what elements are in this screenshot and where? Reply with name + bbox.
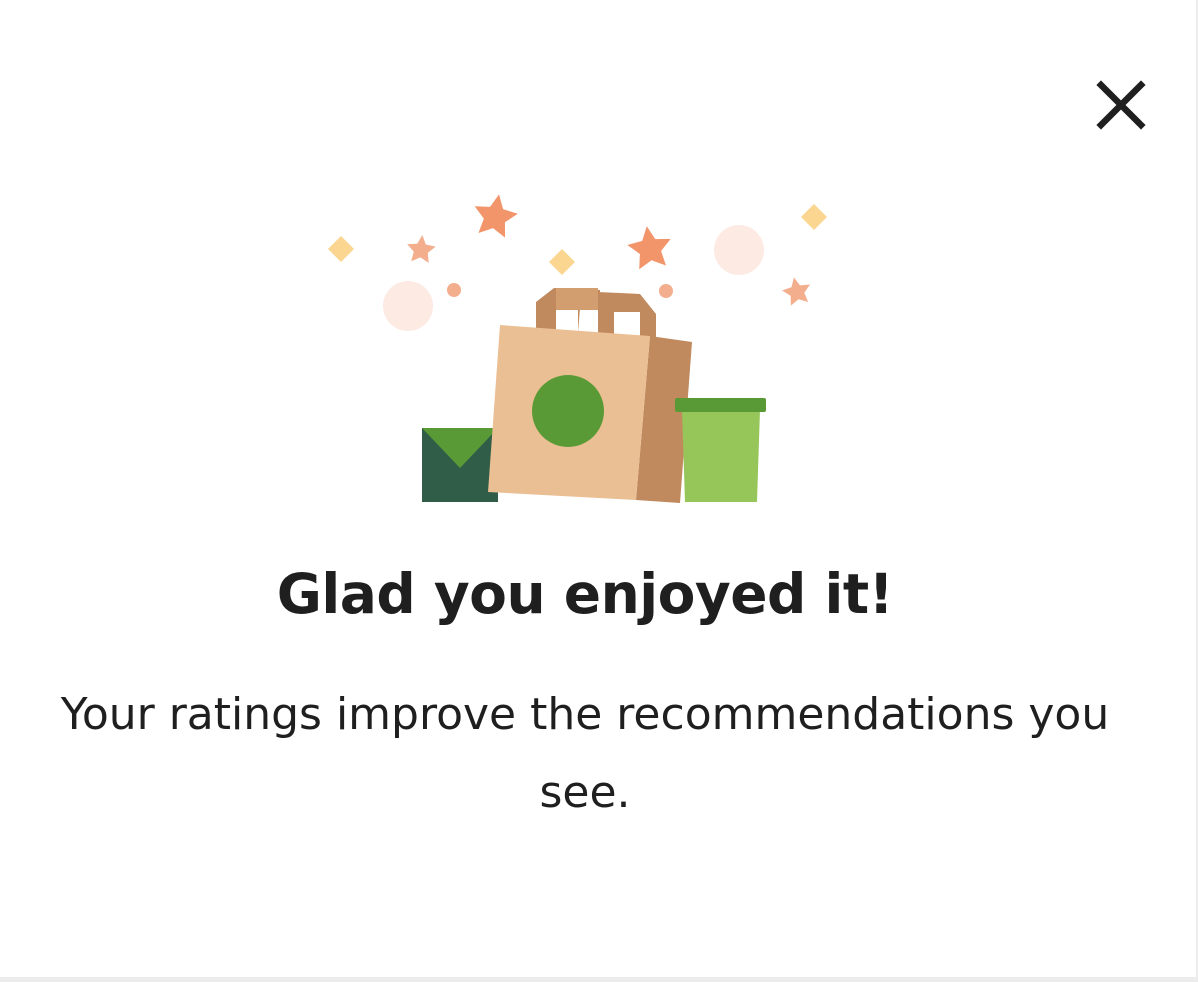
bubble-shape (714, 225, 764, 275)
shopping-bag-shape (488, 325, 692, 503)
diamond-shape (549, 249, 575, 275)
star-shape (407, 235, 436, 263)
rating-confirmation-dialog: Glad you enjoyed it! Your ratings improv… (0, 0, 1196, 977)
diamond-shape (801, 204, 827, 230)
star-shape (782, 277, 811, 306)
shopping-bag-celebration-illustration (328, 194, 827, 503)
envelope-shape (422, 428, 498, 502)
dot-shape (659, 284, 673, 298)
cup-shape (675, 398, 766, 502)
close-button[interactable] (1088, 72, 1154, 138)
bubble-shape (383, 281, 433, 331)
star-shape (474, 194, 518, 238)
dialog-title: Glad you enjoyed it! (276, 562, 894, 626)
star-shape (627, 226, 671, 270)
diamond-shape (328, 236, 354, 262)
dialog-message: Your ratings improve the recommendations… (60, 689, 1110, 818)
dot-shape (447, 283, 461, 297)
close-icon (1096, 80, 1146, 130)
